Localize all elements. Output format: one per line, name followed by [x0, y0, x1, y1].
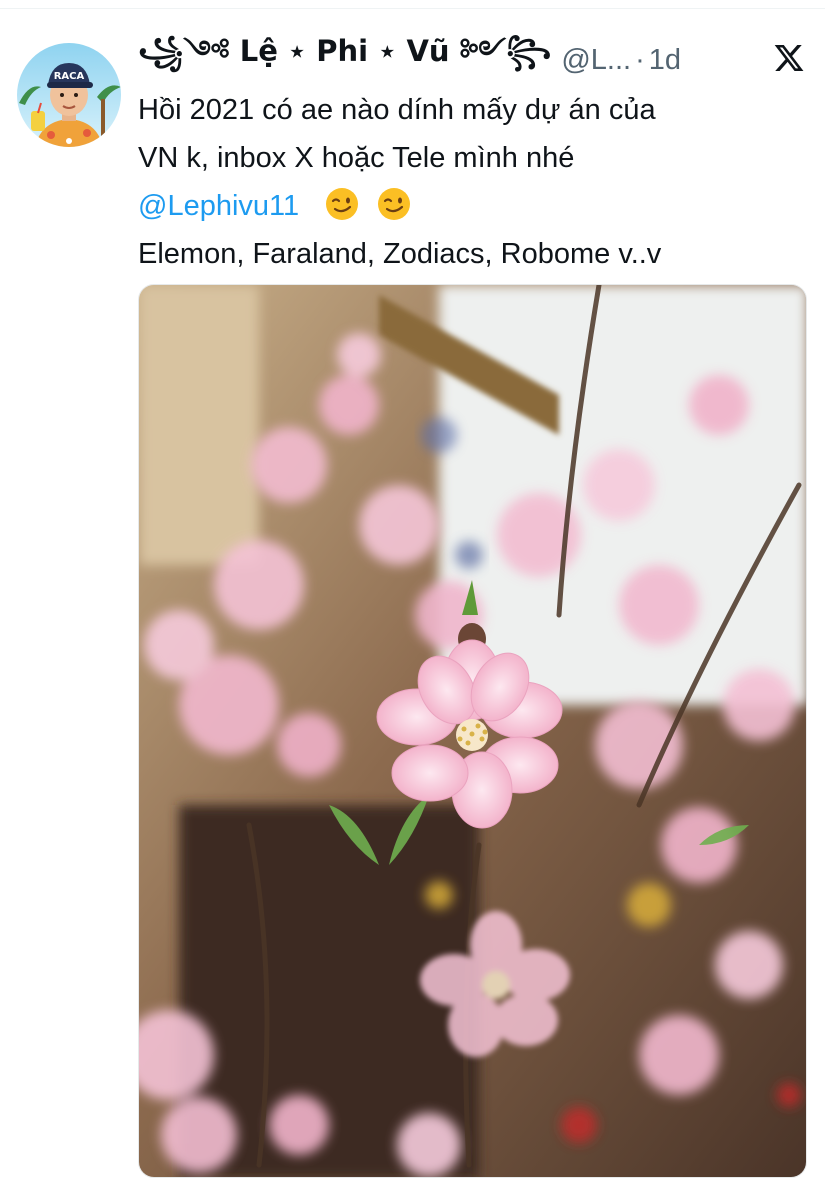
tweet-text-line: Elemon, Faraland, Zodiacs, Robome v..v [138, 238, 662, 270]
x-logo-icon[interactable] [773, 42, 805, 74]
winking-face-icon [377, 187, 411, 221]
mention-link[interactable]: @Lephivu11 [138, 190, 299, 222]
tweet-text: Hồi 2021 có ae nào dính mấy dự án của VN… [138, 86, 798, 278]
tweet-header: ꧁༺ Lệ ⋆ Phi ⋆ Vũ ༻꧂ @L... · 1d [138, 34, 698, 82]
blossom-photo-illustration [139, 285, 806, 1177]
winking-face-icon [325, 187, 359, 221]
avatar-illustration: RACA [17, 43, 121, 147]
mention-line: @Lephivu11 [138, 182, 798, 230]
tweet-text-line: VN k, inbox X hoặc Tele mình nhé [138, 142, 575, 174]
dot-separator: · [635, 43, 645, 76]
avatar[interactable]: RACA [17, 43, 121, 147]
top-divider [0, 8, 825, 9]
tweet-text-line: Hồi 2021 có ae nào dính mấy dự án của [138, 94, 656, 126]
avatar-cap-text: RACA [54, 71, 85, 82]
user-handle[interactable]: @L... [561, 44, 631, 77]
timestamp[interactable]: 1d [649, 44, 681, 77]
tweet-photo[interactable] [138, 284, 807, 1178]
